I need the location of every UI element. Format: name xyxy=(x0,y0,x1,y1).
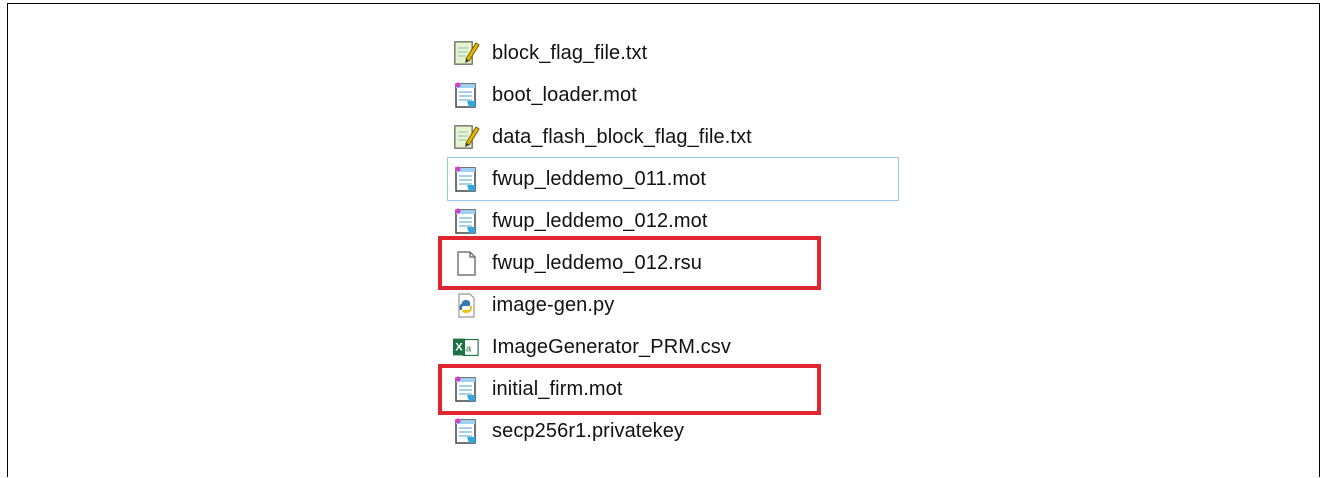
notepad-file-icon xyxy=(452,165,480,193)
file-item-boot-loader[interactable]: boot_loader.mot xyxy=(452,74,898,116)
file-name: ImageGenerator_PRM.csv xyxy=(492,335,731,358)
file-item-data-flash-block-flag-file[interactable]: data_flash_block_flag_file.txt xyxy=(452,116,898,158)
file-item-image-gen-py[interactable]: image-gen.py xyxy=(452,284,898,326)
file-item-block-flag-file[interactable]: block_flag_file.txt xyxy=(452,32,898,74)
file-name: fwup_leddemo_011.mot xyxy=(492,167,706,190)
file-item-fwup-leddemo-011-mot[interactable]: fwup_leddemo_011.mot xyxy=(447,157,899,201)
highlight-box-initial-firm xyxy=(438,364,821,415)
file-name: block_flag_file.txt xyxy=(492,41,648,64)
notepad-file-icon xyxy=(452,81,480,109)
file-name: secp256r1.privatekey xyxy=(492,419,685,442)
svg-text:a: a xyxy=(466,344,472,354)
file-name: data_flash_block_flag_file.txt xyxy=(492,125,752,148)
file-item-secp256r1-privatekey[interactable]: secp256r1.privatekey xyxy=(452,410,898,452)
notepad-file-icon xyxy=(452,417,480,445)
excel-file-icon: aX xyxy=(452,333,480,361)
file-name: fwup_leddemo_012.mot xyxy=(492,209,708,232)
python-file-icon xyxy=(452,291,480,319)
notepad-file-icon xyxy=(452,207,480,235)
text-file-icon xyxy=(452,123,480,151)
svg-text:X: X xyxy=(455,342,463,354)
file-item-imagegenerator-prm-csv[interactable]: aX ImageGenerator_PRM.csv xyxy=(452,326,898,368)
highlight-box-rsu xyxy=(438,236,821,290)
file-name: boot_loader.mot xyxy=(492,83,637,106)
text-file-icon xyxy=(452,39,480,67)
file-name: image-gen.py xyxy=(492,293,615,316)
